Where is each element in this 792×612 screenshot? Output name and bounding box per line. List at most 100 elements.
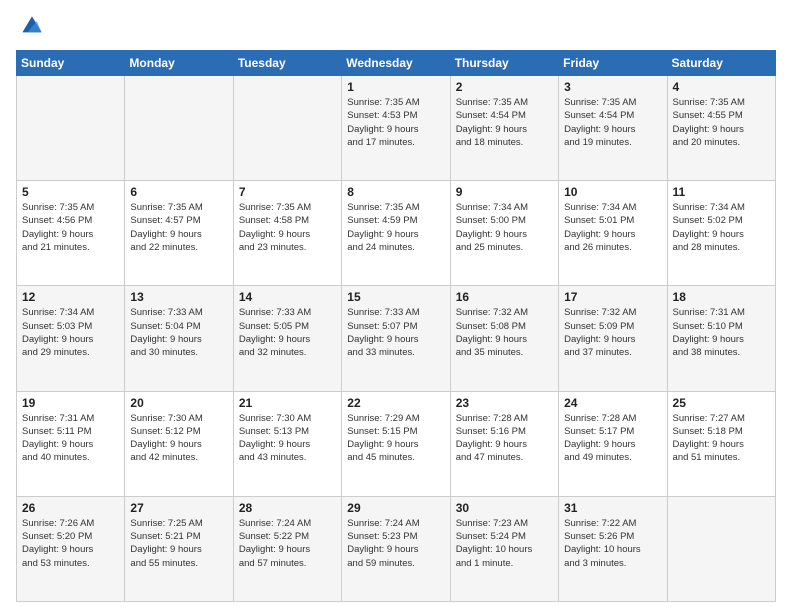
day-number: 19 xyxy=(22,396,119,410)
calendar-cell: 8Sunrise: 7:35 AM Sunset: 4:59 PM Daylig… xyxy=(342,181,450,286)
calendar-cell: 9 Sunrise: 7:34 AM Sunset: 5:00 PM Daylig… xyxy=(450,181,558,286)
calendar-cell: 26 Sunrise: 7:26 AM Sunset: 5:20 PM Dayli… xyxy=(17,496,125,601)
day-info: Sunrise: 7:27 AM Sunset: 5:18 PM Dayligh… xyxy=(673,412,770,465)
day-header-monday: Monday xyxy=(125,51,233,76)
day-number: 6 xyxy=(130,185,227,199)
calendar-body: 1 Sunrise: 7:35 AM Sunset: 4:53 PM Daylig… xyxy=(17,76,776,602)
day-info: Sunrise: 7:31 AM Sunset: 5:11 PM Dayligh… xyxy=(22,412,119,465)
calendar-cell: 5 Sunrise: 7:35 AM Sunset: 4:56 PM Daylig… xyxy=(17,181,125,286)
day-info: Sunrise: 7:34 AM Sunset: 5:03 PM Dayligh… xyxy=(22,306,119,359)
day-number: 26 xyxy=(22,501,119,515)
day-number: 17 xyxy=(564,290,661,304)
day-info: Sunrise: 7:28 AM Sunset: 5:17 PM Dayligh… xyxy=(564,412,661,465)
day-number: 11 xyxy=(673,185,770,199)
day-number: 3 xyxy=(564,80,661,94)
day-info: Sunrise: 7:23 AM Sunset: 5:24 PM Dayligh… xyxy=(456,517,553,570)
day-info: Sunrise: 7:35 AM Sunset: 4:56 PM Dayligh… xyxy=(22,201,119,254)
day-info: Sunrise: 7:35 AM Sunset: 4:54 PM Dayligh… xyxy=(456,96,553,149)
day-info: Sunrise: 7:34 AM Sunset: 5:00 PM Dayligh… xyxy=(456,201,553,254)
day-info: Sunrise: 7:28 AM Sunset: 5:16 PM Dayligh… xyxy=(456,412,553,465)
calendar-cell: 24 Sunrise: 7:28 AM Sunset: 5:17 PM Dayli… xyxy=(559,391,667,496)
day-number: 5 xyxy=(22,185,119,199)
day-info: Sunrise: 7:33 AM Sunset: 5:05 PM Dayligh… xyxy=(239,306,336,359)
calendar-cell: 23 Sunrise: 7:28 AM Sunset: 5:16 PM Dayli… xyxy=(450,391,558,496)
day-header-wednesday: Wednesday xyxy=(342,51,450,76)
day-number: 18 xyxy=(673,290,770,304)
day-info: Sunrise: 7:35 AM Sunset: 4:53 PM Dayligh… xyxy=(347,96,444,149)
calendar-cell xyxy=(233,76,341,181)
calendar-cell: 1 Sunrise: 7:35 AM Sunset: 4:53 PM Daylig… xyxy=(342,76,450,181)
calendar-cell: 29Sunrise: 7:24 AM Sunset: 5:23 PM Dayli… xyxy=(342,496,450,601)
calendar-cell: 27 Sunrise: 7:25 AM Sunset: 5:21 PM Dayli… xyxy=(125,496,233,601)
day-info: Sunrise: 7:24 AM Sunset: 5:22 PM Dayligh… xyxy=(239,517,336,570)
day-info: Sunrise: 7:35 AM Sunset: 4:59 PM Dayligh… xyxy=(347,201,444,254)
logo xyxy=(16,10,52,42)
calendar-cell: 14 Sunrise: 7:33 AM Sunset: 5:05 PM Dayli… xyxy=(233,286,341,391)
day-number: 20 xyxy=(130,396,227,410)
day-number: 30 xyxy=(456,501,553,515)
day-number: 13 xyxy=(130,290,227,304)
day-info: Sunrise: 7:31 AM Sunset: 5:10 PM Dayligh… xyxy=(673,306,770,359)
day-number: 27 xyxy=(130,501,227,515)
day-number: 9 xyxy=(456,185,553,199)
calendar-cell xyxy=(17,76,125,181)
calendar-cell: 19 Sunrise: 7:31 AM Sunset: 5:11 PM Dayli… xyxy=(17,391,125,496)
calendar-cell: 18 Sunrise: 7:31 AM Sunset: 5:10 PM Dayli… xyxy=(667,286,775,391)
calendar-cell: 30 Sunrise: 7:23 AM Sunset: 5:24 PM Dayli… xyxy=(450,496,558,601)
day-number: 7 xyxy=(239,185,336,199)
calendar-week-3: 12 Sunrise: 7:34 AM Sunset: 5:03 PM Dayli… xyxy=(17,286,776,391)
day-info: Sunrise: 7:30 AM Sunset: 5:13 PM Dayligh… xyxy=(239,412,336,465)
day-header-friday: Friday xyxy=(559,51,667,76)
day-info: Sunrise: 7:30 AM Sunset: 5:12 PM Dayligh… xyxy=(130,412,227,465)
header xyxy=(16,10,776,42)
calendar-week-2: 5 Sunrise: 7:35 AM Sunset: 4:56 PM Daylig… xyxy=(17,181,776,286)
day-info: Sunrise: 7:32 AM Sunset: 5:09 PM Dayligh… xyxy=(564,306,661,359)
day-number: 1 xyxy=(347,80,444,94)
day-info: Sunrise: 7:34 AM Sunset: 5:02 PM Dayligh… xyxy=(673,201,770,254)
calendar-week-5: 26 Sunrise: 7:26 AM Sunset: 5:20 PM Dayli… xyxy=(17,496,776,601)
calendar-cell: 16 Sunrise: 7:32 AM Sunset: 5:08 PM Dayli… xyxy=(450,286,558,391)
day-header-saturday: Saturday xyxy=(667,51,775,76)
day-number: 15 xyxy=(347,290,444,304)
logo-icon xyxy=(16,10,48,42)
calendar-cell: 22Sunrise: 7:29 AM Sunset: 5:15 PM Dayli… xyxy=(342,391,450,496)
day-info: Sunrise: 7:22 AM Sunset: 5:26 PM Dayligh… xyxy=(564,517,661,570)
calendar-cell: 13 Sunrise: 7:33 AM Sunset: 5:04 PM Dayli… xyxy=(125,286,233,391)
calendar-header: SundayMondayTuesdayWednesdayThursdayFrid… xyxy=(17,51,776,76)
day-header-thursday: Thursday xyxy=(450,51,558,76)
calendar-cell: 10 Sunrise: 7:34 AM Sunset: 5:01 PM Dayli… xyxy=(559,181,667,286)
calendar-cell xyxy=(667,496,775,601)
day-number: 16 xyxy=(456,290,553,304)
day-info: Sunrise: 7:34 AM Sunset: 5:01 PM Dayligh… xyxy=(564,201,661,254)
calendar-cell: 2Sunrise: 7:35 AM Sunset: 4:54 PM Daylig… xyxy=(450,76,558,181)
calendar-cell: 25 Sunrise: 7:27 AM Sunset: 5:18 PM Dayli… xyxy=(667,391,775,496)
day-info: Sunrise: 7:35 AM Sunset: 4:57 PM Dayligh… xyxy=(130,201,227,254)
day-number: 24 xyxy=(564,396,661,410)
day-number: 12 xyxy=(22,290,119,304)
calendar-cell: 7Sunrise: 7:35 AM Sunset: 4:58 PM Daylig… xyxy=(233,181,341,286)
day-number: 22 xyxy=(347,396,444,410)
day-number: 4 xyxy=(673,80,770,94)
day-info: Sunrise: 7:25 AM Sunset: 5:21 PM Dayligh… xyxy=(130,517,227,570)
page: SundayMondayTuesdayWednesdayThursdayFrid… xyxy=(0,0,792,612)
day-info: Sunrise: 7:35 AM Sunset: 4:54 PM Dayligh… xyxy=(564,96,661,149)
day-number: 28 xyxy=(239,501,336,515)
day-info: Sunrise: 7:24 AM Sunset: 5:23 PM Dayligh… xyxy=(347,517,444,570)
day-info: Sunrise: 7:33 AM Sunset: 5:04 PM Dayligh… xyxy=(130,306,227,359)
day-number: 23 xyxy=(456,396,553,410)
calendar-cell: 17 Sunrise: 7:32 AM Sunset: 5:09 PM Dayli… xyxy=(559,286,667,391)
day-info: Sunrise: 7:26 AM Sunset: 5:20 PM Dayligh… xyxy=(22,517,119,570)
day-number: 14 xyxy=(239,290,336,304)
calendar-cell: 4 Sunrise: 7:35 AM Sunset: 4:55 PM Daylig… xyxy=(667,76,775,181)
calendar-cell: 11 Sunrise: 7:34 AM Sunset: 5:02 PM Dayli… xyxy=(667,181,775,286)
day-info: Sunrise: 7:32 AM Sunset: 5:08 PM Dayligh… xyxy=(456,306,553,359)
day-number: 25 xyxy=(673,396,770,410)
day-number: 10 xyxy=(564,185,661,199)
day-info: Sunrise: 7:35 AM Sunset: 4:55 PM Dayligh… xyxy=(673,96,770,149)
calendar-cell: 28 Sunrise: 7:24 AM Sunset: 5:22 PM Dayli… xyxy=(233,496,341,601)
calendar-cell: 15Sunrise: 7:33 AM Sunset: 5:07 PM Dayli… xyxy=(342,286,450,391)
header-row: SundayMondayTuesdayWednesdayThursdayFrid… xyxy=(17,51,776,76)
calendar-cell: 3 Sunrise: 7:35 AM Sunset: 4:54 PM Daylig… xyxy=(559,76,667,181)
calendar-cell: 20 Sunrise: 7:30 AM Sunset: 5:12 PM Dayli… xyxy=(125,391,233,496)
calendar-table: SundayMondayTuesdayWednesdayThursdayFrid… xyxy=(16,50,776,602)
